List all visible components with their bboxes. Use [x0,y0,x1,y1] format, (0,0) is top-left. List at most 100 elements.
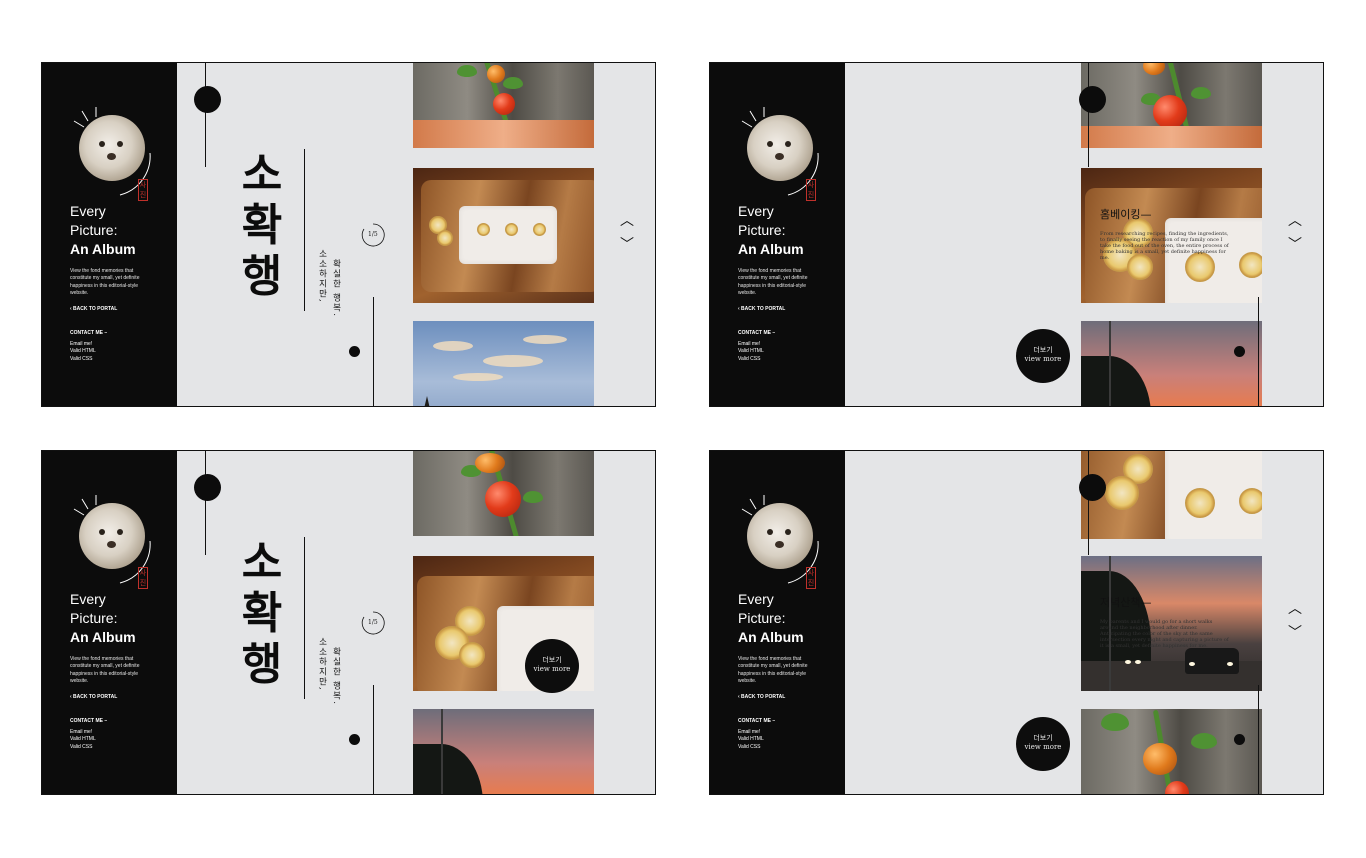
sidebar: 사진 Every Picture: An Album View the fond… [710,451,845,794]
brand-title-line1: Every [70,591,106,607]
divider-line [205,451,206,555]
chevron-down-icon[interactable]: ﹀ [620,238,634,252]
decorative-dot [1079,86,1106,113]
avatar [747,503,813,569]
back-to-portal-link[interactable]: ‹ BACK TO PORTAL [738,694,785,700]
email-link[interactable]: Email me! [738,341,764,348]
stamp-seal: 사진 [806,179,816,201]
detail-title: 홈베이킹— [1100,208,1152,221]
brand-title-line1: Every [738,591,774,607]
slide-counter: 1/5 [368,619,378,626]
photo-tomato[interactable] [413,451,594,536]
brand-title-line2: Picture: [738,222,786,238]
divider-line [1088,63,1089,167]
divider-line [1258,297,1259,406]
hero-title: 소확행 [241,149,283,302]
site-description: View the fond memories that constitute m… [70,656,140,685]
photo-tomato[interactable] [1081,63,1262,148]
contact-list: Email me! Valid HTML Valid CSS [70,729,96,751]
photo-tomato[interactable] [1081,709,1262,794]
decorative-dot [349,346,360,357]
decorative-dot [194,86,221,113]
detail-description: From researching recipes, finding the in… [1100,231,1229,262]
valid-css-link[interactable]: Valid CSS [738,744,764,751]
contact-heading: CONTACT ME – [70,330,108,336]
view-more-english: view more [1024,355,1062,363]
brand-title-line2: Picture: [738,610,786,626]
album-screen-1: 사진 Every Picture: An Album View the fond… [41,62,656,407]
stamp-seal: 사진 [806,567,816,589]
contact-list: Email me! Valid HTML Valid CSS [738,341,764,363]
hero-subtitle-col2: 확실한 행복. [331,647,341,706]
chevron-down-icon[interactable]: ﹀ [1288,626,1302,640]
brand-title-line2: Picture: [70,610,118,626]
detail-description: My parents and I would go for a short wa… [1100,619,1229,650]
back-to-portal-link[interactable]: ‹ BACK TO PORTAL [738,306,785,312]
stamp-seal: 사진 [138,179,148,201]
email-link[interactable]: Email me! [70,341,96,348]
photo-lemon-cake[interactable] [1081,451,1262,539]
valid-html-link[interactable]: Valid HTML [70,348,96,355]
detail-title: 저녁산책— [1100,596,1152,609]
valid-css-link[interactable]: Valid CSS [70,744,96,751]
back-to-portal-link[interactable]: ‹ BACK TO PORTAL [70,306,117,312]
slide-counter: 1/5 [368,231,378,238]
brand-title-line3: An Album [738,629,804,645]
view-more-english: view more [533,665,571,673]
brand-title-line3: An Album [70,241,136,257]
album-screen-3: 사진 Every Picture: An Album View the fond… [41,450,656,795]
brand-title-line1: Every [70,203,106,219]
chevron-down-icon[interactable]: ﹀ [1288,238,1302,252]
photo-lemon-cake[interactable] [413,168,594,303]
site-description: View the fond memories that constitute m… [738,268,808,297]
decorative-dot [1079,474,1106,501]
decorative-dot [194,474,221,501]
photo-tomato[interactable] [413,63,594,148]
brand-title-line3: An Album [70,629,136,645]
chevron-up-icon[interactable]: ︿ [1288,602,1302,616]
valid-html-link[interactable]: Valid HTML [738,736,764,743]
hero-line [304,537,305,699]
stamp-seal: 사진 [138,567,148,589]
album-screen-4: 사진 Every Picture: An Album View the fond… [709,450,1324,795]
sidebar: 사진 Every Picture: An Album View the fond… [42,451,177,794]
hero-title: 소확행 [241,537,283,690]
view-more-button[interactable]: 더보기 view more [1016,717,1070,771]
site-description: View the fond memories that constitute m… [738,656,808,685]
sidebar: 사진 Every Picture: An Album View the fond… [42,63,177,406]
decorative-dot [349,734,360,745]
divider-line [373,297,374,406]
photo-sunset[interactable] [1081,321,1262,406]
avatar [79,115,145,181]
avatar [79,503,145,569]
view-more-button[interactable]: 더보기 view more [1016,329,1070,383]
site-description: View the fond memories that constitute m… [70,268,140,297]
valid-css-link[interactable]: Valid CSS [70,356,96,363]
chevron-up-icon[interactable]: ︿ [1288,214,1302,228]
contact-list: Email me! Valid HTML Valid CSS [70,341,96,363]
sidebar: 사진 Every Picture: An Album View the fond… [710,63,845,406]
view-more-button[interactable]: 더보기 view more [525,639,579,693]
hero-subtitle-col1: 소소하지만, [317,249,327,304]
brand-title-line1: Every [738,203,774,219]
album-screen-2: 사진 Every Picture: An Album View the fond… [709,62,1324,407]
brand-title-line3: An Album [738,241,804,257]
divider-line [205,63,206,167]
email-link[interactable]: Email me! [70,729,96,736]
view-more-korean: 더보기 [1033,346,1053,354]
valid-html-link[interactable]: Valid HTML [738,348,764,355]
divider-line [1088,451,1089,555]
valid-css-link[interactable]: Valid CSS [738,356,764,363]
chevron-up-icon[interactable]: ︿ [620,214,634,228]
view-more-korean: 더보기 [1033,734,1053,742]
divider-line [1258,685,1259,794]
photo-sunset[interactable] [413,709,594,794]
hero-subtitle-col2: 확실한 행복. [331,259,341,318]
view-more-korean: 더보기 [542,656,562,664]
photo-sky[interactable] [413,321,594,406]
email-link[interactable]: Email me! [738,729,764,736]
view-more-english: view more [1024,743,1062,751]
back-to-portal-link[interactable]: ‹ BACK TO PORTAL [70,694,117,700]
valid-html-link[interactable]: Valid HTML [70,736,96,743]
contact-heading: CONTACT ME – [738,718,776,724]
